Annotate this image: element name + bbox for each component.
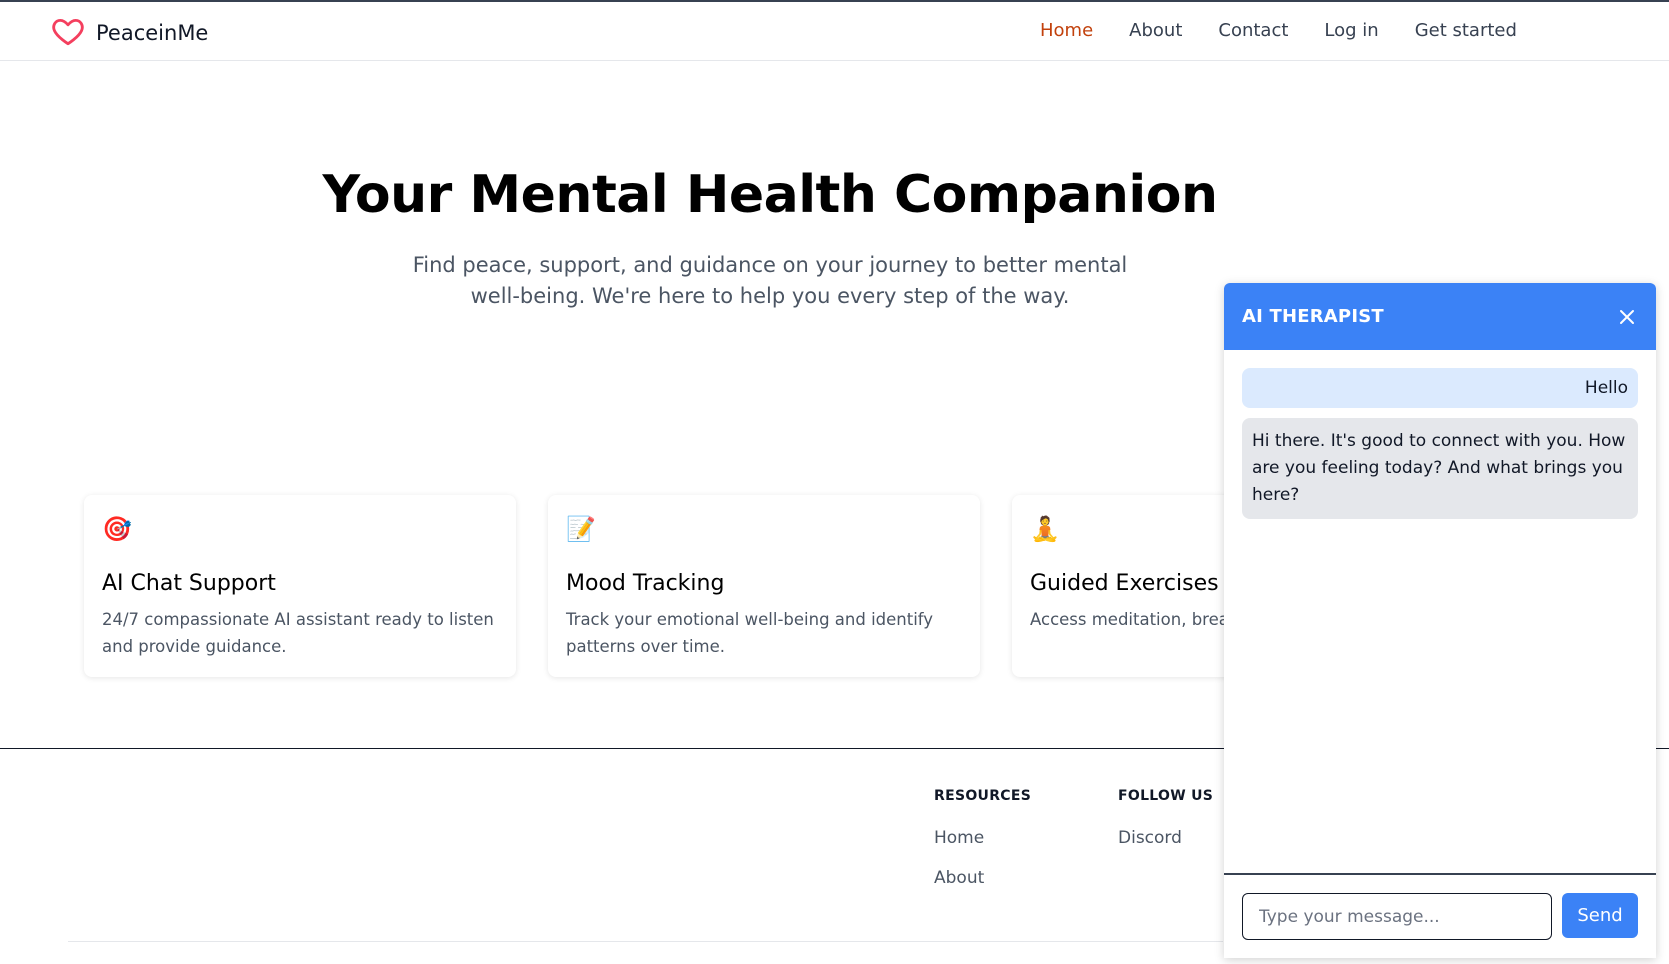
footer-heading: RESOURCES: [934, 788, 1032, 804]
chat-header: AI THERAPIST: [1224, 283, 1656, 350]
hero-title: Your Mental Health Companion: [322, 165, 1218, 225]
feature-title: AI Chat Support: [102, 571, 276, 596]
main-nav: Home About Contact Log in Get started: [1040, 20, 1553, 41]
footer-resources: RESOURCES Home About: [934, 788, 1031, 888]
target-dart-icon: 🎯: [102, 515, 132, 543]
hero-subtitle: Find peace, support, and guidance on you…: [412, 253, 1128, 308]
feature-card-ai-chat: 🎯 AI Chat Support 24/7 compassionate AI …: [84, 495, 516, 677]
nav-login-link[interactable]: Log in: [1324, 20, 1378, 41]
brand-name: PeaceinMe: [96, 21, 209, 45]
nav-get-started-link[interactable]: Get started: [1415, 20, 1517, 41]
footer-link-about[interactable]: About: [934, 868, 1031, 888]
nav-home-link[interactable]: Home: [1040, 20, 1093, 41]
chat-messages: Hello Hi there. It's good to connect wit…: [1224, 350, 1656, 873]
message-input[interactable]: [1242, 893, 1552, 940]
send-button[interactable]: Send: [1562, 893, 1638, 938]
feature-card-mood-tracking: 📝 Mood Tracking Track your emotional wel…: [548, 495, 980, 677]
user-message: Hello: [1242, 368, 1638, 408]
footer-bottom-divider: [68, 941, 1223, 942]
footer-link-discord[interactable]: Discord: [1118, 828, 1213, 848]
assistant-message: Hi there. It's good to connect with you.…: [1242, 418, 1638, 519]
brand-logo[interactable]: PeaceinMe: [50, 14, 208, 52]
feature-title: Mood Tracking: [566, 571, 725, 596]
feature-description: Track your emotional well-being and iden…: [566, 610, 934, 656]
feature-description: 24/7 compassionate AI assistant ready to…: [102, 610, 494, 656]
footer-link-home[interactable]: Home: [934, 828, 1031, 848]
chat-panel: AI THERAPIST Hello Hi there. It's good t…: [1224, 283, 1656, 958]
close-icon[interactable]: [1616, 306, 1638, 328]
nav-about-link[interactable]: About: [1129, 20, 1182, 41]
footer-follow: FOLLOW US Discord: [1118, 788, 1213, 848]
heart-outline-icon: [50, 14, 86, 52]
nav-contact-link[interactable]: Contact: [1218, 20, 1288, 41]
site-header: PeaceinMe Home About Contact Log in Get …: [0, 2, 1669, 61]
chat-title: AI THERAPIST: [1242, 306, 1384, 327]
memo-pencil-icon: 📝: [566, 515, 596, 543]
footer-heading: FOLLOW US: [1118, 788, 1214, 804]
chat-composer: Send: [1224, 873, 1656, 958]
